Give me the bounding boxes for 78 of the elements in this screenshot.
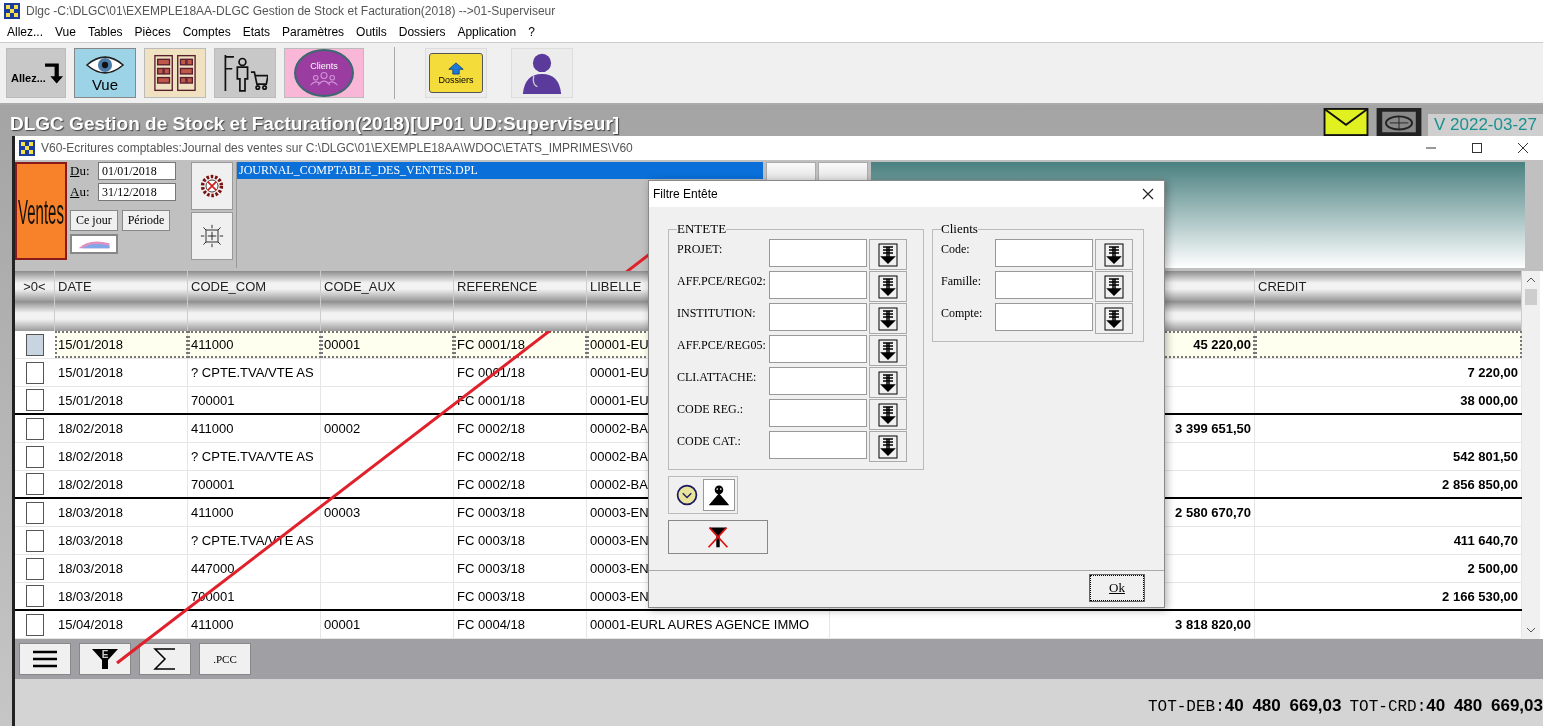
field-label: Au: [70, 184, 91, 200]
window-title: V60-Ecritures comptables:Journal des ventes sur C:\DLGC\01\EXEMPLE18AA\WDOC\ETATS_IMPRIMES\V60 [41, 141, 634, 155]
table-cell: 00001-EU [590, 365, 649, 380]
table-cell: 00002 [324, 421, 361, 436]
table-cell: FC 0003/18 [457, 588, 525, 604]
field-label: CLI.ATTACHE: [677, 369, 758, 385]
version-text: V 2022-03-27 [1427, 114, 1543, 136]
dialog-title: Filtre Entête [653, 187, 718, 201]
table-cell: ? CPTE.TVA/VTE AS [191, 365, 314, 380]
table-cell: 700001 [191, 476, 235, 492]
field-label: Code: [941, 241, 971, 257]
table-cell: 18/03/2018 [58, 561, 124, 576]
field-label: PROJET: [677, 241, 724, 257]
field-label: Du: [70, 163, 91, 179]
table-cell: 18/02/2018 [58, 449, 124, 464]
table-cell: FC 0002/18 [457, 421, 525, 436]
total-value: 40 480 669,03 [1426, 696, 1543, 716]
table-cell: 00002-BA [590, 421, 648, 436]
table-cell: 411 640,70 [1453, 533, 1518, 548]
table-cell: 3 399 651,50 [1175, 421, 1251, 436]
field-label: AFF.PCE/REG02: [677, 273, 767, 289]
total-label: TOT-DEB: [1147, 698, 1225, 716]
table-cell: 00003 [324, 505, 361, 520]
table-cell: 700001 [191, 392, 235, 408]
table-cell: FC 0001/18 [457, 337, 525, 352]
table-cell: 38 000,00 [1460, 392, 1518, 408]
total-value: 40 480 669,03 [1224, 696, 1342, 716]
table-cell: 15/01/2018 [58, 337, 124, 352]
table-cell: ? CPTE.TVA/VTE AS [191, 449, 314, 464]
table-cell: 00001-EURL AURES AGENCE IMMO [590, 617, 810, 632]
table-cell: 18/03/2018 [58, 533, 124, 548]
table-cell: 00003-EN [590, 505, 649, 520]
table-cell: 00003-EN [590, 561, 649, 576]
total-label: TOT-CRD: [1349, 698, 1427, 716]
table-cell: 411000 [191, 505, 234, 520]
table-cell: 45 220,00 [1193, 337, 1251, 352]
table-cell: 18/02/2018 [58, 421, 124, 436]
table-cell: 18/03/2018 [58, 588, 124, 604]
desktop-title: DLGC Gestion de Stock et Facturation(2018)[UP01 UD:Superviseur] [10, 112, 620, 136]
table-cell: 2 580 670,70 [1175, 505, 1251, 520]
table-cell: 411000 [191, 337, 234, 352]
table-cell: 2 856 850,00 [1442, 476, 1518, 492]
field-label: CODE REG.: [677, 401, 744, 417]
table-cell: 00001-EU [590, 392, 649, 408]
table-cell: 7 220,00 [1467, 365, 1518, 380]
table-cell: 15/01/2018 [58, 365, 124, 380]
table-cell: 542 801,50 [1452, 449, 1518, 464]
table-cell: 00003-EN [590, 588, 649, 604]
table-cell: FC 0004/18 [457, 617, 525, 632]
table-cell: 00002-BA [590, 476, 648, 492]
window-title: Dlgc -C:\DLGC\01\EXEMPLE18AA-DLGC Gestion de Stock et Facturation(2018) -->01-Superviseur [26, 4, 556, 18]
field-label: AFF.PCE/REG05: [677, 337, 767, 353]
table-cell: 18/02/2018 [58, 476, 124, 492]
table-cell: FC 0003/18 [457, 533, 525, 548]
table-cell: 00001 [324, 617, 361, 632]
table-cell: 00003-EN [590, 533, 649, 548]
table-cell: 15/04/2018 [58, 617, 124, 632]
field-label: INSTITUTION: [677, 305, 757, 321]
table-cell: 15/01/2018 [58, 392, 124, 408]
table-cell: FC 0002/18 [457, 476, 525, 492]
funnel-icon: E [91, 647, 119, 671]
field-label: Famille: [941, 273, 982, 289]
table-cell: 3 818 820,00 [1175, 617, 1251, 632]
table-cell: FC 0003/18 [457, 505, 525, 520]
table-cell: 447000 [191, 561, 235, 576]
group-title: Clients [941, 221, 978, 237]
table-cell: 00001 [324, 337, 361, 352]
table-cell: 2 166 530,00 [1442, 588, 1518, 604]
group-title: ENTETE [677, 221, 727, 237]
table-cell: FC 0002/18 [457, 449, 525, 464]
table-cell: 18/03/2018 [58, 505, 124, 520]
table-cell: FC 0003/18 [457, 561, 525, 576]
table-cell: 411000 [191, 617, 234, 632]
table-cell: 00001-EU [590, 337, 649, 352]
table-cell: 00002-BA [590, 449, 648, 464]
field-label: Compte: [941, 305, 984, 321]
table-cell: 2 500,00 [1467, 561, 1518, 576]
table-cell: 411000 [191, 421, 234, 436]
